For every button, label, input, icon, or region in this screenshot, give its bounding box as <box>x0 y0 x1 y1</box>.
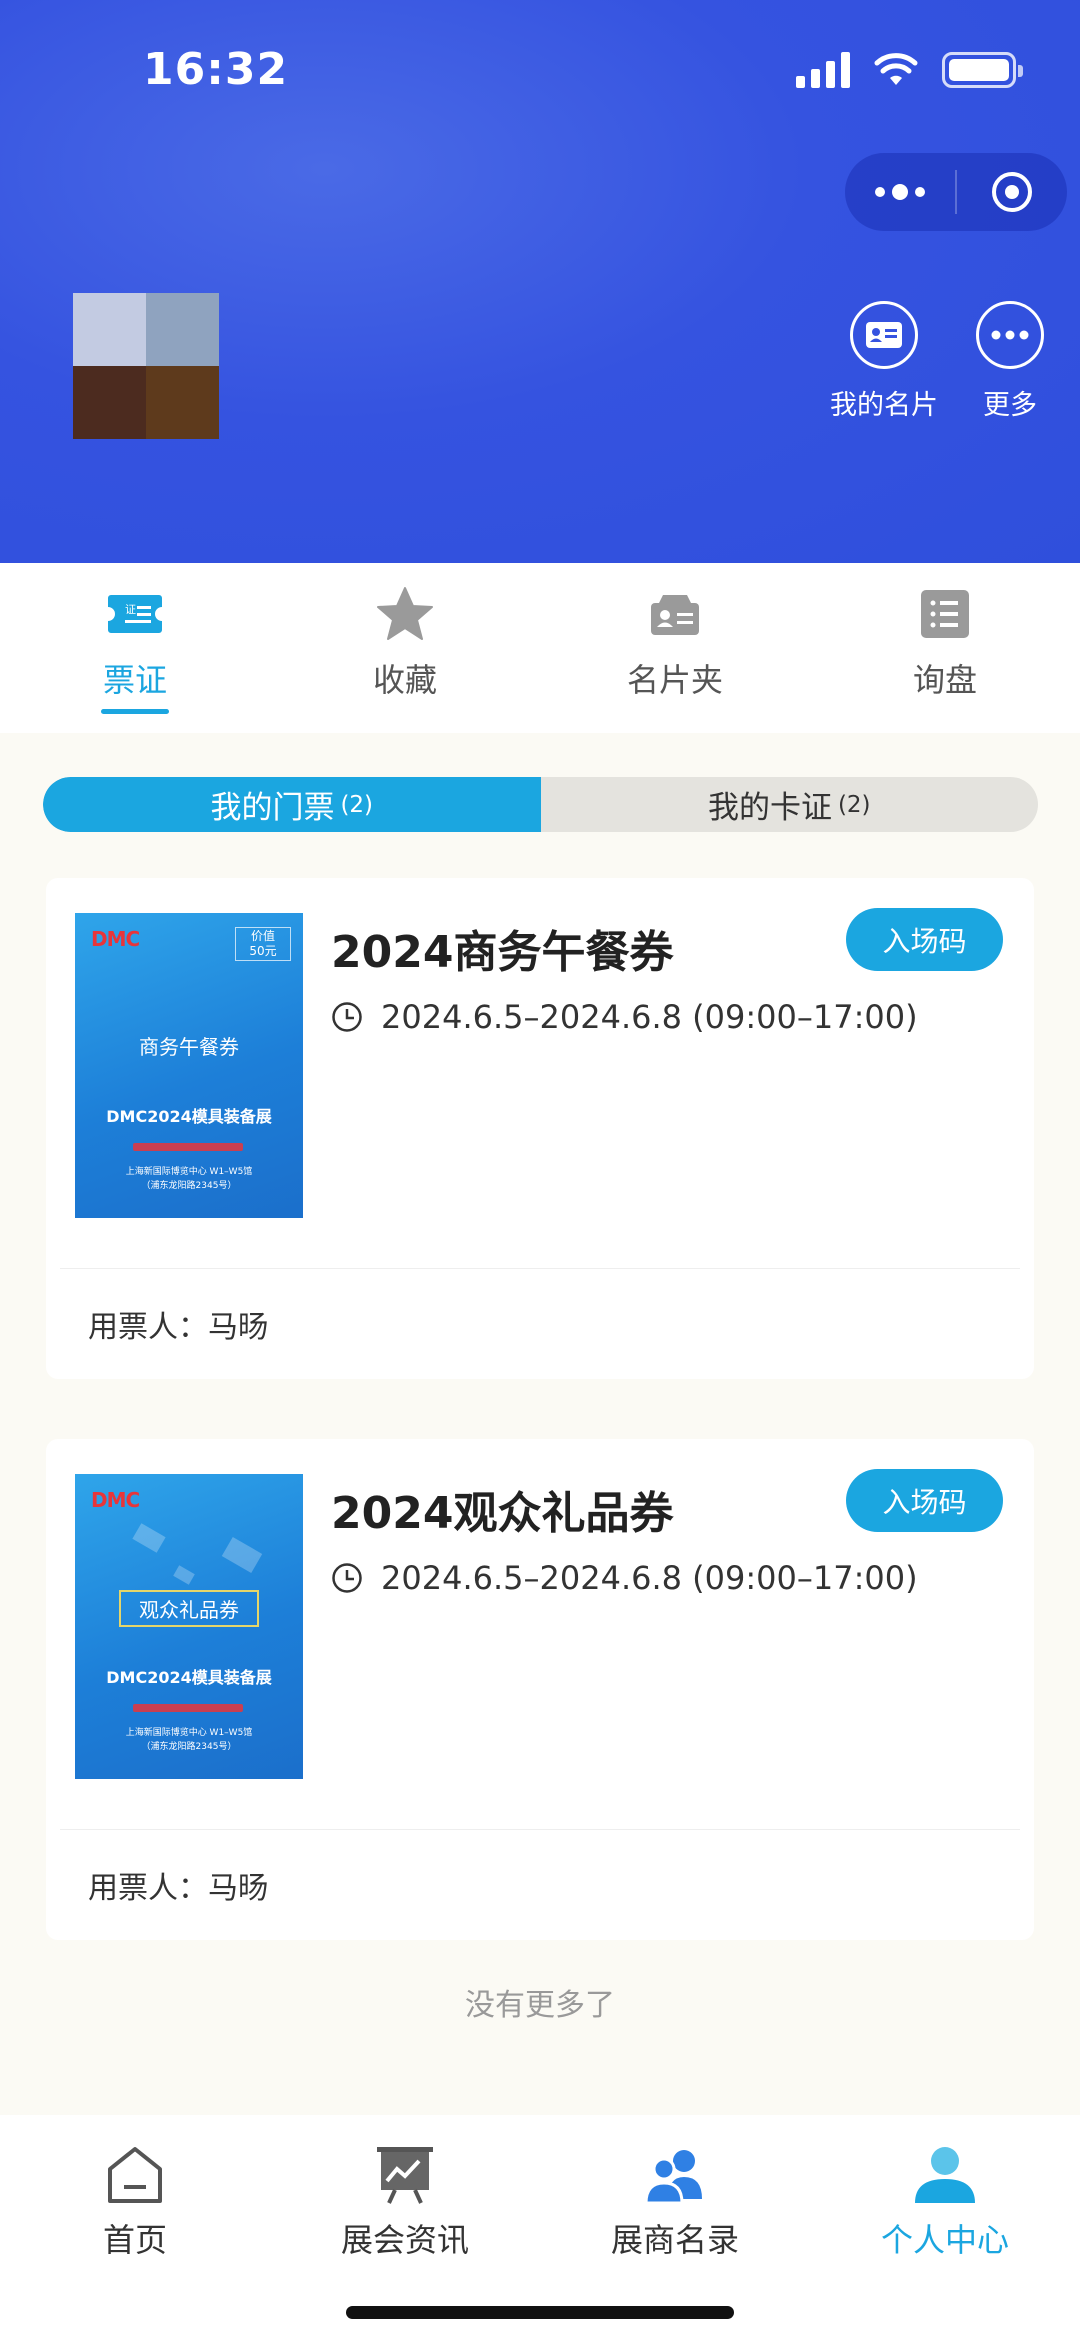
no-more-text: 没有更多了 <box>465 1988 615 2023</box>
profile-header: 16:32 我的名片 更多 <box>0 0 1080 563</box>
my-cards-segment[interactable]: 我的卡证 (2) <box>541 777 1039 832</box>
clock-icon <box>332 1563 362 1593</box>
poster-venue: 上海新国际博览中心 W1–W5馆 （浦东龙阳路2345号） <box>125 1167 253 1191</box>
avatar[interactable] <box>73 293 219 439</box>
status-icons <box>796 52 1023 88</box>
home-icon <box>106 2131 164 2205</box>
poster-title: 商务午餐券 <box>139 1035 239 1059</box>
entry-code-button[interactable]: 入场码 <box>846 1469 1003 1532</box>
poster-price-tag: 价值 50元 <box>235 927 291 961</box>
exhibitors-group-icon <box>644 2131 706 2205</box>
status-time: 16:32 <box>143 44 289 95</box>
more-button[interactable]: 更多 <box>950 301 1070 422</box>
poster-venue: 上海新国际博览中心 W1–W5馆 （浦东龙阳路2345号） <box>125 1728 253 1752</box>
dmc-logo: DMC <box>91 927 140 951</box>
tab-tickets-label: 票证 <box>102 661 167 699</box>
ticket-time-text: 2024.6.5–2024.6.8 (09:00–17:00) <box>381 1559 918 1597</box>
my-tickets-segment[interactable]: 我的门票 (2) <box>43 777 541 832</box>
dmc-logo: DMC <box>91 1488 140 1512</box>
nav-exhibition-news-label: 展会资讯 <box>340 2221 469 2259</box>
poster-title: 观众礼品券 <box>119 1590 259 1627</box>
card-holder-icon <box>649 583 701 645</box>
miniprogram-capsule <box>845 153 1067 231</box>
profile-tabs: 证 票证 收藏 名片夹 询盘 <box>0 563 1080 733</box>
ticket-title: 2024观众礼品券 <box>331 1488 674 1539</box>
ticket-time-text: 2024.6.5–2024.6.8 (09:00–17:00) <box>381 998 918 1036</box>
ticket-title: 2024商务午餐券 <box>331 927 674 978</box>
svg-text:证: 证 <box>125 603 136 616</box>
tab-favorites-label: 收藏 <box>372 661 437 699</box>
ticket-type-switch: 我的门票 (2) 我的卡证 (2) <box>43 777 1038 832</box>
wifi-icon <box>874 53 918 85</box>
my-tickets-count: (2) <box>340 791 374 818</box>
battery-icon <box>942 52 1023 88</box>
ticket-card[interactable]: DMC 价值 50元 商务午餐券 DMC2024模具装备展 上海新国际博览中心 … <box>46 878 1034 1379</box>
tab-inquiry[interactable]: 询盘 <box>865 583 1025 701</box>
tab-card-holder-label: 名片夹 <box>626 661 723 699</box>
ticket-time: 2024.6.5–2024.6.8 (09:00–17:00) <box>331 1559 918 1597</box>
user-icon <box>913 2131 977 2205</box>
ticket-time: 2024.6.5–2024.6.8 (09:00–17:00) <box>331 998 918 1036</box>
tab-card-holder[interactable]: 名片夹 <box>595 583 755 701</box>
business-card-icon <box>850 301 918 369</box>
ticket-icon: 证 <box>107 583 163 645</box>
poster-expo-name: DMC2024模具装备展 <box>106 1107 272 1126</box>
ticket-card[interactable]: DMC 观众礼品券 DMC2024模具装备展 上海新国际博览中心 W1–W5馆 … <box>46 1439 1034 1940</box>
nav-home[interactable]: 首页 <box>25 2131 245 2261</box>
ticket-poster: DMC 观众礼品券 DMC2024模具装备展 上海新国际博览中心 W1–W5馆 … <box>75 1474 303 1779</box>
ticket-poster: DMC 价值 50元 商务午餐券 DMC2024模具装备展 上海新国际博览中心 … <box>75 913 303 1218</box>
entry-code-button[interactable]: 入场码 <box>846 908 1003 971</box>
poster-expo-name: DMC2024模具装备展 <box>106 1668 272 1687</box>
tab-favorites[interactable]: 收藏 <box>325 583 485 701</box>
presentation-chart-icon <box>375 2131 435 2205</box>
clock-icon <box>332 1002 362 1032</box>
menu-dots-icon[interactable] <box>845 184 955 200</box>
nav-exhibitor-directory[interactable]: 展商名录 <box>565 2131 785 2261</box>
active-tab-indicator <box>101 709 169 714</box>
ticket-holder: 用票人：马旸 <box>88 1310 268 1345</box>
nav-home-label: 首页 <box>102 2221 167 2259</box>
my-cards-count: (2) <box>837 791 871 818</box>
tab-tickets[interactable]: 证 票证 <box>55 583 215 714</box>
nav-personal-center[interactable]: 个人中心 <box>835 2131 1055 2261</box>
tab-inquiry-label: 询盘 <box>912 661 977 699</box>
nav-exhibition-news[interactable]: 展会资讯 <box>295 2131 515 2261</box>
more-dots-icon <box>976 301 1044 369</box>
nav-exhibitor-directory-label: 展商名录 <box>610 2221 739 2259</box>
inquiry-list-icon <box>920 583 970 645</box>
my-business-card-button[interactable]: 我的名片 <box>824 301 944 422</box>
signal-icon <box>796 52 850 88</box>
my-business-card-label: 我的名片 <box>830 390 938 421</box>
ticket-holder: 用票人：马旸 <box>88 1871 268 1906</box>
star-icon <box>376 583 434 645</box>
my-tickets-label: 我的门票 <box>210 790 335 826</box>
nav-personal-center-label: 个人中心 <box>880 2221 1009 2259</box>
home-indicator <box>346 2306 734 2319</box>
close-target-icon[interactable] <box>957 172 1067 212</box>
my-cards-label: 我的卡证 <box>707 790 832 826</box>
more-label: 更多 <box>983 390 1037 421</box>
